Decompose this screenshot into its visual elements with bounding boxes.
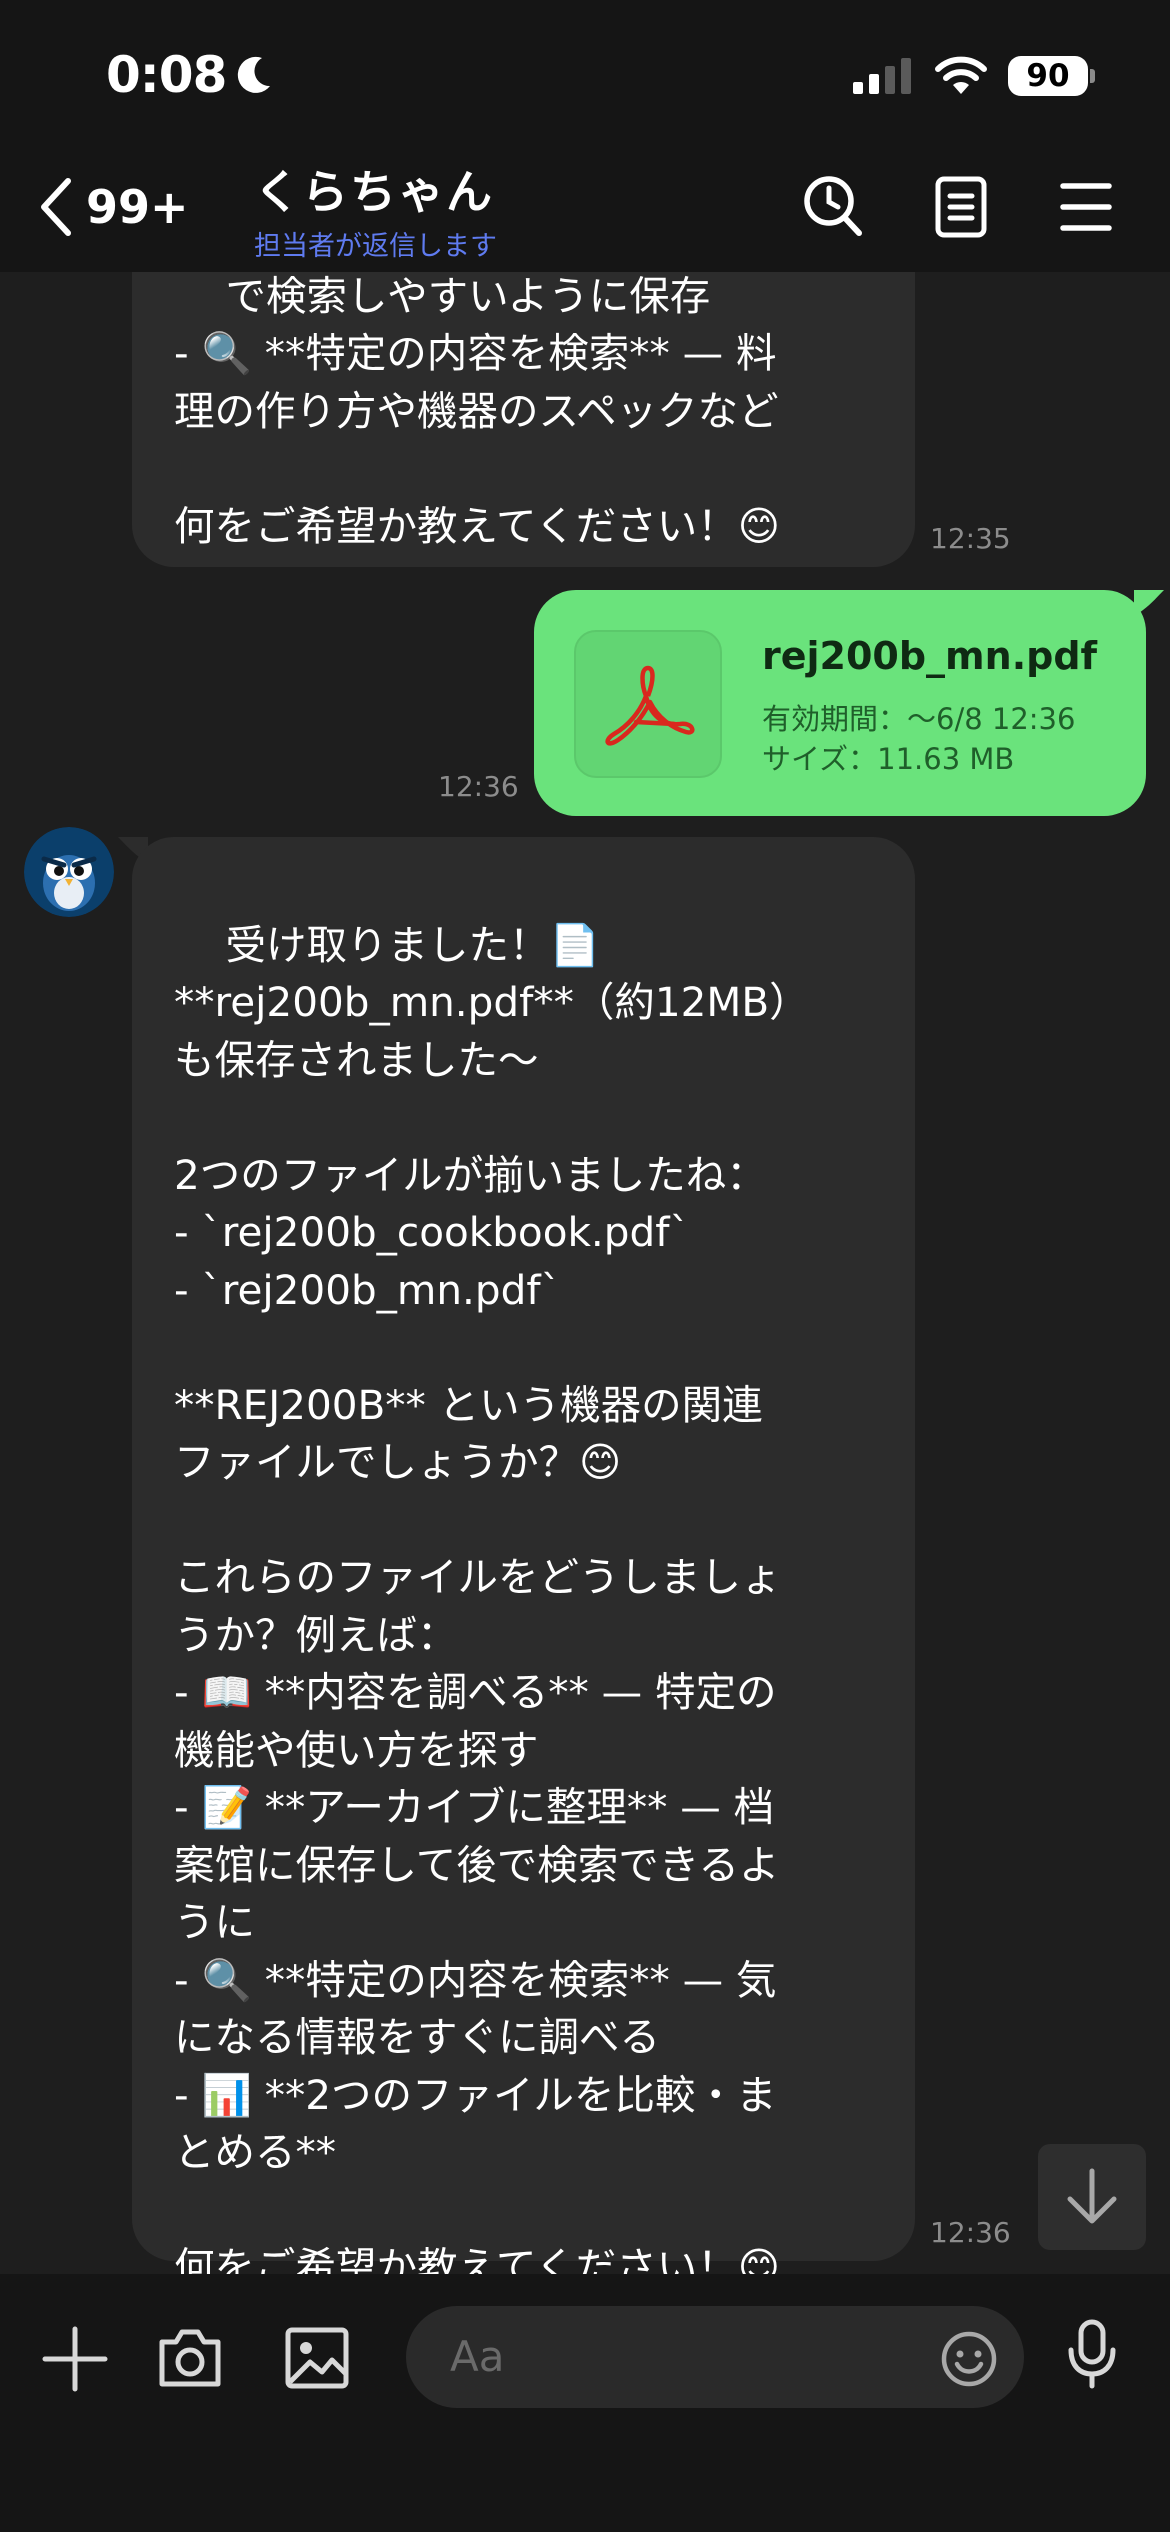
file-expiry: 有効期間：～6/8 12:36 [762,702,1076,736]
arrow-down-icon [1067,2168,1117,2224]
pdf-file-thumbnail [574,630,722,778]
unread-count: 99+ [86,180,189,234]
message-time: 12:35 [930,522,1011,555]
input-placeholder: Aa [450,2332,505,2381]
status-bar: 0:08 90 [0,0,1170,150]
scroll-to-bottom-button[interactable] [1038,2144,1146,2250]
chat-title[interactable]: くらちゃん [254,156,494,222]
message-list[interactable]: で検索しやすいように保存 - 🔍 **特定の内容を検索** — 料 理の作り方や… [0,272,1170,2274]
message-time: 12:36 [438,770,519,803]
message-text: 受け取りました！📄 **rej200b_mn.pdf**（約12MB） も保存さ… [174,920,810,2275]
avatar[interactable] [24,827,114,917]
battery-level: 90 [1026,58,1070,94]
incoming-message-bubble[interactable]: で検索しやすいように保存 - 🔍 **特定の内容を検索** — 料 理の作り方や… [132,272,915,567]
search-icon[interactable] [802,174,864,240]
moon-icon [237,56,270,93]
chat-header: 99+ くらちゃん 担当者が返信します [0,150,1170,272]
camera-icon[interactable] [156,2324,224,2390]
message-input-bar: Aa [0,2274,1170,2532]
incoming-message-bubble[interactable]: 受け取りました！📄 **rej200b_mn.pdf**（約12MB） も保存さ… [132,837,915,2274]
message-text: で検索しやすいように保存 - 🔍 **特定の内容を検索** — 料 理の作り方や… [174,272,780,550]
file-name: rej200b_mn.pdf [762,634,1098,678]
message-input[interactable]: Aa [406,2306,1024,2408]
menu-icon[interactable] [1060,174,1112,240]
cellular-signal-icon [853,58,911,94]
status-time: 0:08 [106,46,227,104]
battery-icon: 90 [1008,56,1088,96]
owl-avatar-icon [24,827,114,917]
microphone-icon[interactable] [1066,2318,1118,2390]
back-button[interactable]: 99+ [38,172,189,242]
emoji-icon[interactable] [940,2330,998,2388]
plus-icon[interactable] [42,2326,108,2392]
file-size: サイズ：11.63 MB [762,742,1015,776]
notes-icon[interactable] [934,174,988,240]
pdf-icon [605,665,695,746]
chevron-left-icon [41,178,71,236]
chat-subtitle: 担当者が返信します [254,231,497,262]
message-time: 12:36 [930,2216,1011,2249]
image-icon[interactable] [284,2326,350,2390]
bubble-tail [1134,590,1164,616]
battery-tip [1090,69,1095,83]
outgoing-file-message[interactable]: rej200b_mn.pdf 有効期間：～6/8 12:36 サイズ：11.63… [534,590,1146,816]
wifi-icon [935,56,987,94]
